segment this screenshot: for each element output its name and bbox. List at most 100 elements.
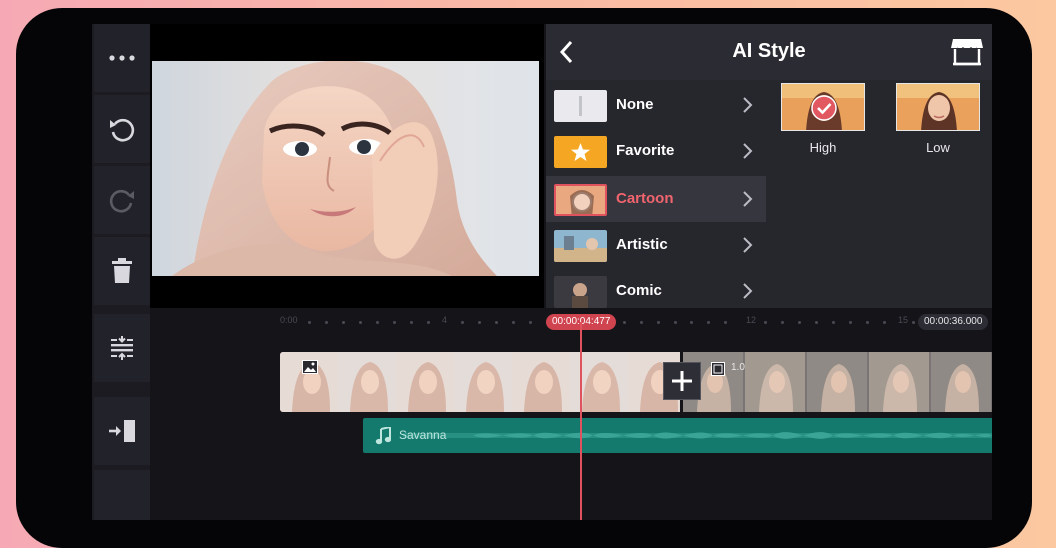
ruler-label: 15	[898, 315, 909, 325]
portrait-illustration	[172, 61, 497, 276]
intensity-thumb-high	[781, 83, 865, 131]
style-item-comic[interactable]: Comic	[546, 268, 766, 308]
ruler-tick	[342, 321, 345, 324]
video-clip-2[interactable]: 1.0	[683, 352, 992, 412]
editor-screen: AI Style None Favorite Cartoon Artistic …	[92, 24, 992, 520]
ruler-tick	[724, 321, 727, 324]
ruler-tick	[529, 321, 532, 324]
undo-icon	[110, 118, 135, 142]
ruler-tick	[866, 321, 869, 324]
total-duration: 00:00:36.000	[918, 314, 989, 330]
ruler-tick	[815, 321, 818, 324]
panel-title: AI Style	[732, 40, 806, 62]
delete-button[interactable]	[94, 237, 150, 305]
style-item-none[interactable]: None	[546, 82, 766, 128]
clip-frame	[807, 352, 867, 412]
style-label: Comic	[616, 282, 662, 299]
clip-frame	[570, 352, 630, 412]
style-thumb-comic	[554, 276, 607, 308]
ruler-tick	[798, 321, 801, 324]
intensity-label: High	[809, 140, 837, 155]
audio-title: Savanna	[399, 428, 447, 442]
audio-track[interactable]: Savanna	[363, 418, 992, 453]
music-note-icon	[375, 427, 391, 445]
ruler-tick	[478, 321, 481, 324]
redo-button[interactable]	[94, 166, 150, 234]
ruler-label: 12	[746, 315, 757, 325]
clip-frame	[869, 352, 929, 412]
style-label: Cartoon	[616, 190, 674, 207]
clip-frame	[454, 352, 514, 412]
split-button[interactable]	[94, 314, 150, 382]
export-button[interactable]	[94, 397, 150, 465]
add-clip-button[interactable]	[663, 362, 701, 400]
export-icon	[109, 420, 135, 442]
ruler-tick	[912, 321, 915, 324]
style-item-artistic[interactable]: Artistic	[546, 222, 766, 268]
style-thumb-none	[554, 90, 607, 122]
ruler-tick	[495, 321, 498, 324]
clip-frame	[512, 352, 572, 412]
playhead[interactable]	[580, 322, 582, 520]
ruler-tick	[410, 321, 413, 324]
plus-icon	[672, 371, 692, 391]
intensity-label: Low	[926, 140, 950, 155]
clip-frame	[338, 352, 398, 412]
ruler-tick	[512, 321, 515, 324]
ruler-tick	[325, 321, 328, 324]
trash-icon	[112, 258, 132, 283]
ai-style-panel: AI Style None Favorite Cartoon Artistic …	[546, 24, 992, 308]
audio-waveform	[403, 432, 992, 439]
video-preview[interactable]	[150, 24, 544, 308]
panel-header: AI Style	[546, 24, 992, 80]
device-frame: AI Style None Favorite Cartoon Artistic …	[16, 8, 1032, 548]
chevron-right-icon	[743, 97, 753, 113]
ruler-tick	[764, 321, 767, 324]
chevron-right-icon	[743, 237, 753, 253]
ruler-tick	[359, 321, 362, 324]
more-button[interactable]	[94, 24, 150, 92]
ruler-label: 0:00	[280, 315, 298, 325]
image-clip-icon	[302, 360, 318, 374]
clip-frame	[396, 352, 456, 412]
style-label: None	[616, 96, 654, 113]
ruler-tick	[832, 321, 835, 324]
style-thumb-artistic	[554, 230, 607, 262]
ruler-tick	[674, 321, 677, 324]
ruler-tick	[781, 321, 784, 324]
ruler-tick	[849, 321, 852, 324]
more-icon	[109, 55, 135, 61]
ruler-tick	[461, 321, 464, 324]
ruler-tick	[393, 321, 396, 324]
preview-image	[152, 61, 539, 276]
style-thumb-cartoon	[554, 184, 607, 216]
star-icon	[571, 143, 590, 161]
clip-frame	[931, 352, 991, 412]
style-label: Artistic	[616, 236, 668, 253]
left-toolbar	[92, 24, 150, 520]
timeline[interactable]: 0:00 4 12 15 00:00:36.000 1.0 Savanna	[150, 308, 992, 520]
ruler-tick	[883, 321, 886, 324]
ruler-tick	[657, 321, 660, 324]
ruler-tick	[707, 321, 710, 324]
style-label: Favorite	[616, 142, 675, 159]
chevron-right-icon	[743, 143, 753, 159]
toolbar-item-more[interactable]	[94, 470, 150, 520]
store-icon	[951, 39, 983, 66]
ruler-tick	[376, 321, 379, 324]
video-clip-1[interactable]	[280, 352, 680, 412]
style-item-favorite[interactable]: Favorite	[546, 128, 766, 174]
style-item-cartoon[interactable]: Cartoon	[546, 176, 766, 222]
ruler-tick	[640, 321, 643, 324]
split-icon	[111, 336, 133, 360]
chevron-right-icon	[743, 283, 753, 299]
redo-icon	[109, 189, 134, 213]
ruler-label: 4	[442, 315, 448, 325]
store-button[interactable]	[950, 36, 984, 68]
clip-duration: 1.0	[731, 362, 745, 373]
clip-frame	[745, 352, 805, 412]
style-list: None Favorite Cartoon Artistic Comic	[546, 82, 766, 308]
undo-button[interactable]	[94, 95, 150, 163]
ruler-tick	[623, 321, 626, 324]
ruler-tick	[427, 321, 430, 324]
